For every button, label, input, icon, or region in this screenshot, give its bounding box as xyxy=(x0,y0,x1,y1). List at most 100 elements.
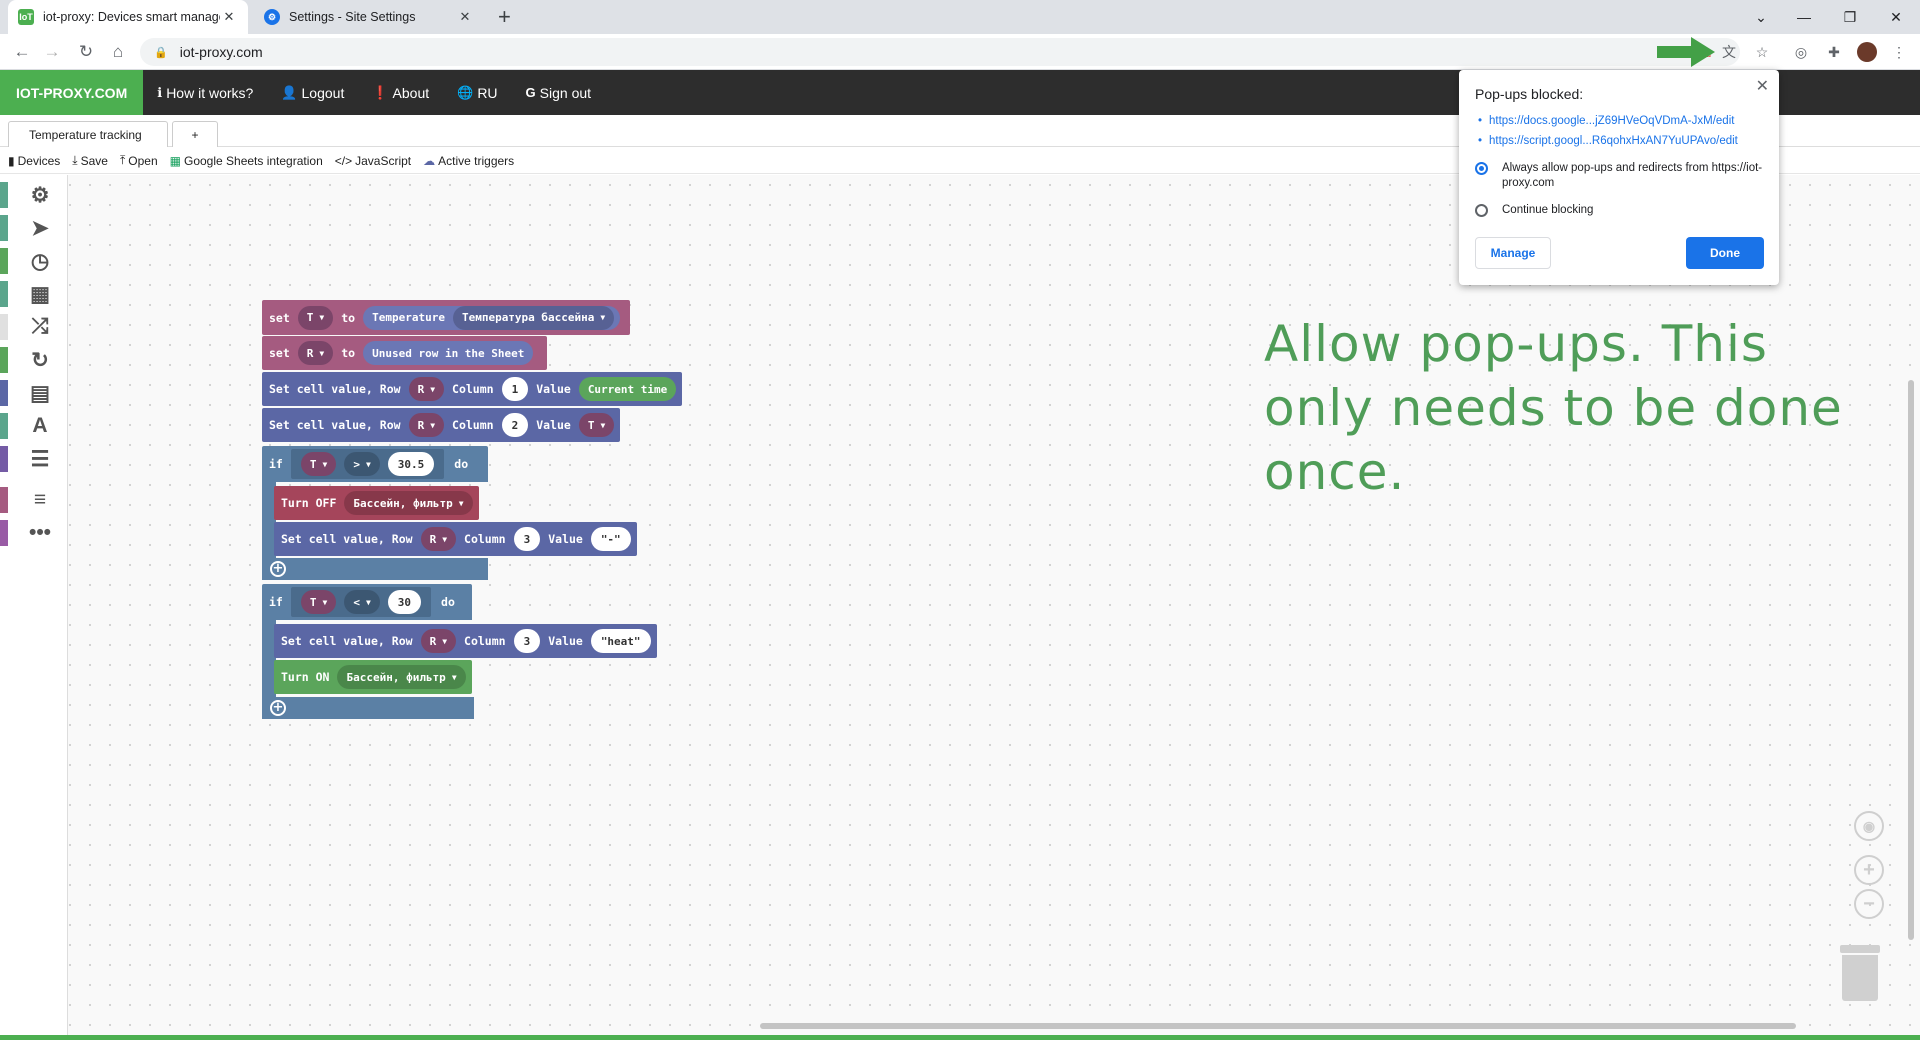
brand-logo[interactable]: IOT-PROXY.COM xyxy=(0,70,144,115)
compare-block[interactable]: T ▼ < ▼ 30 xyxy=(290,587,432,617)
nav-about[interactable]: ❗ About xyxy=(358,70,443,115)
sensor-dropdown[interactable]: Температура бассейна ▼ xyxy=(452,305,615,330)
variable-dropdown[interactable]: T ▼ xyxy=(300,590,337,614)
category-logic[interactable]: ⤮ xyxy=(0,312,68,342)
block-set-r[interactable]: set R ▼ to Unused row in the Sheet xyxy=(262,336,548,370)
nav-language[interactable]: 🌐 RU xyxy=(443,70,511,115)
category-sheets[interactable]: ▦ xyxy=(0,279,68,309)
bookmark-star-icon[interactable]: ☆ xyxy=(1751,41,1773,63)
recenter-icon[interactable]: ◉ xyxy=(1854,811,1884,841)
continue-blocking-radio[interactable] xyxy=(1475,204,1488,217)
device-dropdown[interactable]: Бассейн, фильтр ▼ xyxy=(337,665,466,689)
nav-how-it-works[interactable]: ℹ How it works? xyxy=(143,70,267,115)
if-condition-lt: if T ▼ < ▼ 30 do xyxy=(262,585,469,619)
category-loops[interactable]: ↻ xyxy=(0,345,68,375)
close-icon[interactable]: ✕ xyxy=(1756,76,1769,96)
block-turn-on[interactable]: Turn ON Бассейн, фильтр ▼ xyxy=(274,660,472,694)
reload-icon[interactable]: ↻ xyxy=(74,40,98,64)
column-number[interactable]: 1 xyxy=(501,377,529,401)
save-button[interactable]: ⤓ Save xyxy=(72,153,108,168)
variable-dropdown[interactable]: T ▼ xyxy=(300,452,337,476)
blocked-link[interactable]: https://script.googl...R6qohxHxAN7YuUPAv… xyxy=(1478,135,1738,147)
compare-block[interactable]: T ▼ > ▼ 30.5 xyxy=(290,449,445,479)
add-branch-icon[interactable]: + xyxy=(270,700,286,716)
text-value[interactable]: "-" xyxy=(590,527,631,551)
avatar[interactable] xyxy=(1856,41,1878,63)
extensions-icon[interactable]: ✚ xyxy=(1823,41,1845,63)
blocked-link[interactable]: https://docs.google...jZ69HVeOqVDmA-JxM/… xyxy=(1478,115,1734,127)
close-window-button[interactable]: ✕ xyxy=(1873,0,1919,34)
unused-row-block[interactable]: Unused row in the Sheet xyxy=(363,341,534,365)
block-turn-off[interactable]: Turn OFF Бассейн, фильтр ▼ xyxy=(274,486,479,520)
close-tab-icon[interactable]: ✕ xyxy=(220,9,238,25)
category-text[interactable]: A xyxy=(0,411,68,441)
zoom-out-icon[interactable]: − xyxy=(1854,889,1884,919)
threshold-number[interactable]: 30 xyxy=(387,590,422,614)
device-dropdown[interactable]: Бассейн, фильтр ▼ xyxy=(344,491,473,515)
translate-icon[interactable]: 文 xyxy=(1718,41,1740,63)
variable-dropdown[interactable]: R ▼ xyxy=(420,527,457,551)
category-devices[interactable]: ⚙ xyxy=(0,180,68,210)
trash-icon[interactable] xyxy=(1840,945,1880,1001)
google-sheets-button[interactable]: ▦ Google Sheets integration xyxy=(170,154,323,168)
back-icon[interactable]: ← xyxy=(10,40,34,64)
forward-icon[interactable]: → xyxy=(40,40,64,64)
variable-dropdown[interactable]: R ▼ xyxy=(408,413,445,437)
category-lists[interactable]: ☰ xyxy=(0,444,68,474)
block-set-t[interactable]: set T ▼ to Temperature Температура бассей… xyxy=(262,300,631,335)
block-set-cell-col2[interactable]: Set cell value, Row R ▼ Column 2 Value T ▼ xyxy=(262,408,621,442)
current-time-block[interactable]: Current time xyxy=(578,377,677,401)
done-button[interactable]: Done xyxy=(1686,237,1764,269)
temperature-block[interactable]: Temperature Температура бассейна ▼ xyxy=(363,305,621,330)
column-number[interactable]: 3 xyxy=(513,527,541,551)
operator-dropdown[interactable]: < ▼ xyxy=(344,590,380,614)
variable-dropdown[interactable]: T ▼ xyxy=(297,305,334,330)
variable-dropdown[interactable]: R ▼ xyxy=(420,629,457,653)
vertical-scrollbar[interactable] xyxy=(1908,380,1914,940)
block-set-cell-col1[interactable]: Set cell value, Row R ▼ Column 1 Value Cu… xyxy=(262,372,683,406)
category-math[interactable]: ▤ xyxy=(0,378,68,408)
always-allow-radio[interactable] xyxy=(1475,162,1488,175)
nav-sign-out[interactable]: G Sign out xyxy=(512,70,606,115)
menu-icon[interactable]: ⋮ xyxy=(1888,41,1910,63)
add-branch-icon[interactable]: + xyxy=(270,561,286,577)
javascript-button[interactable]: </> JavaScript xyxy=(335,154,411,168)
browser-tab-settings[interactable]: ⚙ Settings - Site Settings ✕ xyxy=(254,0,484,34)
minimize-button[interactable]: — xyxy=(1781,0,1827,34)
column-number[interactable]: 2 xyxy=(501,413,529,437)
category-time[interactable]: ◷ xyxy=(0,246,68,276)
block-keyword: Set cell value, Row xyxy=(281,634,413,648)
category-messages[interactable]: ➤ xyxy=(0,213,68,243)
variable-dropdown[interactable]: T ▼ xyxy=(578,413,615,437)
tab-title: iot-proxy: Devices smart manage xyxy=(43,10,220,24)
devices-button[interactable]: ▮ Devices xyxy=(8,154,60,168)
add-workspace-tab-button[interactable]: + xyxy=(172,121,218,147)
block-set-cell-col3-dash[interactable]: Set cell value, Row R ▼ Column 3 Value "-… xyxy=(274,522,637,556)
category-functions[interactable]: ••• xyxy=(0,518,68,548)
variable-name: R xyxy=(429,532,437,546)
threshold-number[interactable]: 30.5 xyxy=(387,452,435,476)
variable-dropdown[interactable]: R ▼ xyxy=(408,377,445,401)
operator-dropdown[interactable]: > ▼ xyxy=(344,452,380,476)
variables-icon: ≡ xyxy=(33,488,47,511)
restore-button[interactable]: ❐ xyxy=(1827,0,1873,34)
column-number[interactable]: 3 xyxy=(513,629,541,653)
open-button[interactable]: ⤒ Open xyxy=(120,153,158,168)
tab-temperature-tracking[interactable]: Temperature tracking xyxy=(8,121,168,147)
manage-button[interactable]: Manage xyxy=(1475,237,1551,269)
tab-search-icon[interactable]: ⌄ xyxy=(1738,0,1784,34)
new-tab-button[interactable]: + xyxy=(498,5,511,29)
nav-logout[interactable]: 👤 Logout xyxy=(267,70,358,115)
address-bar[interactable]: 🔒 iot-proxy.com xyxy=(140,38,1740,66)
home-icon[interactable]: ⌂ xyxy=(106,40,130,64)
extension-lens-icon[interactable]: ◎ xyxy=(1790,41,1812,63)
variable-dropdown[interactable]: R ▼ xyxy=(297,341,334,365)
browser-tab-iot-proxy[interactable]: IoT iot-proxy: Devices smart manage ✕ xyxy=(8,0,248,34)
active-triggers-button[interactable]: ☁ Active triggers xyxy=(423,154,514,168)
text-value[interactable]: "heat" xyxy=(590,629,651,653)
close-tab-icon[interactable]: ✕ xyxy=(456,9,474,25)
zoom-in-icon[interactable]: + xyxy=(1854,855,1884,885)
category-variables[interactable]: ≡ xyxy=(0,485,68,515)
block-set-cell-col3-heat[interactable]: Set cell value, Row R ▼ Column 3 Value "h… xyxy=(274,624,657,658)
horizontal-scrollbar[interactable] xyxy=(760,1023,1796,1029)
